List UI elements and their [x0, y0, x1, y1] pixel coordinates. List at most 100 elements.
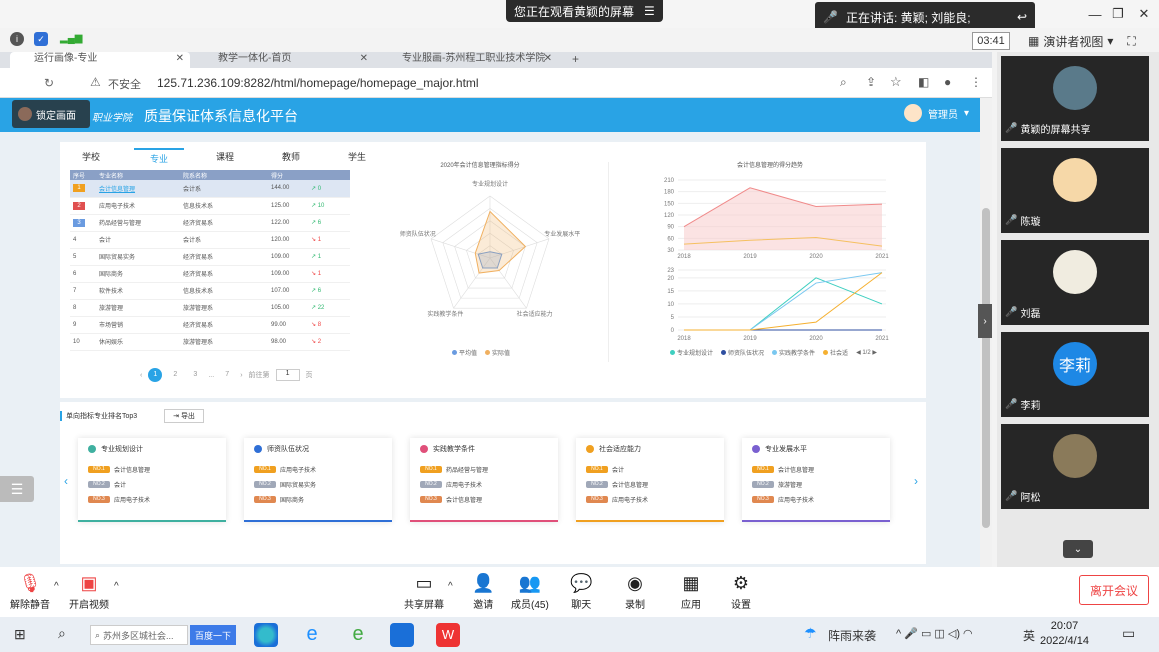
tray-icons[interactable]: ^ 🎤 ▭ ◫ ◁) ◠ — [896, 627, 973, 640]
browser-tab[interactable]: 教学一体化-首页 ✕ — [194, 52, 374, 68]
tab-teacher[interactable]: 教师 — [266, 148, 316, 166]
profile-icon[interactable]: ● — [944, 75, 951, 89]
clock[interactable]: 20:07 2022/4/14 — [1040, 619, 1089, 649]
page-button[interactable]: 1 — [148, 368, 163, 382]
start-video-button[interactable]: ▣ 开启视频 — [69, 573, 109, 611]
fullscreen-icon[interactable]: ⛶ — [1127, 34, 1135, 49]
ie-icon[interactable]: e — [300, 623, 324, 647]
ime-indicator[interactable]: 英 — [1023, 627, 1035, 644]
top3-card[interactable]: 社会适应能力 NO.1 会计 NO.2 会计信息管理 NO.3 应用电子技术 — [576, 438, 724, 522]
next-icon[interactable]: › — [240, 372, 242, 379]
table-row[interactable]: 3 药品经营与管理 经济贸易系 122.00 ↗ 6 — [70, 214, 350, 232]
members-button[interactable]: 👥 成员(45) — [511, 573, 549, 611]
zoom-icon[interactable]: ⌕ — [840, 75, 847, 90]
close-icon[interactable]: ✕ — [1133, 4, 1155, 24]
sidebar-icon[interactable]: ◧ — [918, 75, 929, 89]
top3-card[interactable]: 专业发展水平 NO.1 会计信息管理 NO.2 旅游管理 NO.3 应用电子技术 — [742, 438, 890, 522]
view-mode-dropdown[interactable]: ▦ 演讲者视图 ▾ ⛶ — [1028, 31, 1136, 51]
tab-course[interactable]: 课程 — [200, 148, 250, 166]
taskbar-search-input[interactable]: ⌕ 苏州多区城社会... — [90, 625, 188, 645]
tab-major[interactable]: 专业 — [134, 148, 184, 166]
unmute-button[interactable]: 🎙 解除静音 — [10, 573, 50, 611]
table-row[interactable]: 6 国际商务 经济贸易系 109.00 ↘ 1 — [70, 265, 350, 283]
restore-icon[interactable]: ❐ — [1107, 4, 1129, 24]
baidu-button[interactable]: 百度一下 — [190, 625, 236, 645]
collapse-panel-icon[interactable]: › — [978, 304, 992, 338]
legend-item[interactable]: 师资队伍状况 — [721, 348, 764, 357]
next-arrow-icon[interactable]: › — [914, 474, 918, 488]
meeting-app-icon[interactable] — [390, 623, 414, 647]
top3-card[interactable]: 实践教学条件 NO.1 药品经营与管理 NO.2 应用电子技术 NO.3 会计信息管理 — [410, 438, 558, 522]
close-icon[interactable]: ✕ — [544, 52, 552, 66]
leave-meeting-button[interactable]: 离开会议 — [1079, 575, 1149, 605]
close-icon[interactable]: ✕ — [176, 52, 184, 66]
tab-student[interactable]: 学生 — [332, 148, 382, 166]
invite-button[interactable]: 👤 邀请 — [472, 573, 494, 611]
browser-tab[interactable]: 专业服画-苏州程工职业技术学院 ✕ — [378, 52, 558, 68]
participant-tile[interactable]: 🎤 黄颖的屏幕共享 — [1001, 56, 1149, 141]
table-row[interactable]: 1 会计信息管理 会计系 144.00 ↗ 0 — [70, 180, 350, 198]
table-row[interactable]: 5 国际贸易实务 经济贸易系 109.00 ↗ 1 — [70, 248, 350, 266]
participant-tile[interactable]: 🎤 阿松 — [1001, 424, 1149, 509]
top3-card[interactable]: 专业规划设计 NO.1 会计信息管理 NO.2 会计 NO.3 应用电子技术 — [78, 438, 226, 522]
notification-icon[interactable]: ▭ — [1122, 625, 1135, 642]
windows-start-icon[interactable]: ⊞ — [14, 626, 26, 643]
record-button[interactable]: ◉ 录制 — [625, 573, 645, 611]
weather-text[interactable]: 阵雨来袭 — [828, 627, 876, 644]
page-input[interactable]: 1 — [275, 369, 300, 381]
scrollbar-thumb[interactable] — [982, 208, 990, 528]
minimize-icon[interactable]: — — [1084, 4, 1106, 24]
list-icon[interactable]: ☰ — [0, 476, 34, 502]
security-label[interactable]: 不安全 — [108, 76, 141, 92]
browser-icon[interactable]: e — [346, 623, 370, 647]
prev-arrow-icon[interactable]: ‹ — [64, 474, 68, 488]
col-header[interactable]: 得分 — [268, 170, 308, 180]
chat-button[interactable]: 💬 聊天 — [570, 573, 592, 611]
cell[interactable]: 会计信息管理 — [96, 180, 180, 198]
tab-school[interactable]: 学校 — [66, 148, 116, 166]
prev-icon[interactable]: ‹ — [140, 372, 142, 379]
participant-tile[interactable]: 🎤 陈璇 — [1001, 148, 1149, 233]
apps-button[interactable]: ▦ 应用 — [681, 573, 701, 611]
participant-tile[interactable]: 李莉 🎤 李莉 — [1001, 332, 1149, 417]
back-icon[interactable]: ↩ — [1017, 10, 1027, 24]
scroll-down-icon[interactable]: ⌄ — [1063, 540, 1093, 558]
top3-card[interactable]: 师资队伍状况 NO.1 应用电子技术 NO.2 国际贸易实务 NO.3 国际商务 — [244, 438, 392, 522]
settings-button[interactable]: ⚙ 设置 — [731, 573, 751, 611]
edge-icon[interactable] — [254, 623, 278, 647]
page-button[interactable]: 2 — [168, 368, 182, 382]
legend-item[interactable]: 平均值 — [452, 348, 477, 357]
wps-icon[interactable]: W — [436, 623, 460, 647]
chevron-up-icon[interactable]: ^ — [54, 581, 59, 592]
user-menu[interactable]: 管理员 ▾ — [904, 104, 969, 122]
legend-item[interactable]: 实际值 — [485, 348, 510, 357]
table-row[interactable]: 8 旅游管理 旅游管理系 105.00 ↗ 22 — [70, 299, 350, 317]
page-button[interactable]: 7 — [220, 368, 234, 382]
star-icon[interactable]: ☆ — [890, 74, 902, 90]
menu-icon[interactable]: ☰ — [644, 4, 655, 18]
legend-item[interactable]: 实践教学条件 — [772, 348, 815, 357]
url-field[interactable]: 125.71.236.109:8282/html/homepage/homepa… — [157, 76, 479, 90]
chevron-up-icon[interactable]: ^ — [448, 581, 453, 592]
legend-item[interactable]: 社会适 — [823, 348, 848, 357]
browser-tab[interactable]: 运行画像-专业 ✕ — [10, 52, 190, 68]
share-banner[interactable]: 您正在观看黄颖的屏幕 ☰ — [506, 0, 663, 22]
search-icon[interactable]: ⌕ — [58, 625, 66, 642]
participant-tile[interactable]: 🎤 刘磊 — [1001, 240, 1149, 325]
table-row[interactable]: 2 应用电子技术 信息技术系 125.00 ↗ 10 — [70, 197, 350, 215]
share-icon[interactable]: ⇪ — [866, 75, 876, 89]
chevron-up-icon[interactable]: ^ — [114, 581, 119, 592]
page-button[interactable]: 3 — [188, 368, 202, 382]
export-button[interactable]: ⇥ 导出 — [164, 409, 204, 423]
new-tab-icon[interactable]: + — [572, 52, 579, 66]
shield-icon[interactable]: ✓ — [34, 32, 48, 46]
table-row[interactable]: 4 会计 会计系 120.00 ↘ 1 — [70, 231, 350, 249]
table-row[interactable]: 7 软件技术 信息技术系 107.00 ↗ 6 — [70, 282, 350, 300]
reload-icon[interactable]: ↻ — [44, 76, 54, 90]
info-icon[interactable]: i — [10, 32, 24, 46]
more-icon[interactable]: ⋮ — [970, 75, 982, 89]
table-row[interactable]: 9 市场营销 经济贸易系 99.00 ↘ 8 — [70, 316, 350, 334]
lock-screen-button[interactable]: 锁定画面 — [12, 100, 90, 128]
close-icon[interactable]: ✕ — [360, 52, 368, 66]
share-screen-button[interactable]: ▭ 共享屏幕 — [404, 573, 444, 611]
